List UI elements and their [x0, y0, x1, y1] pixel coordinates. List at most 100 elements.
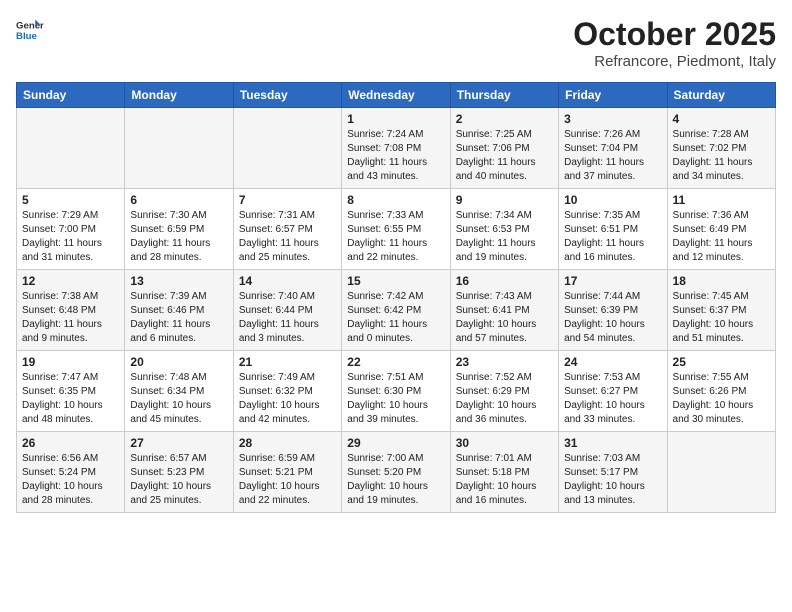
calendar-cell: 23Sunrise: 7:52 AM Sunset: 6:29 PM Dayli…	[450, 351, 558, 432]
day-number: 27	[130, 436, 227, 450]
calendar-cell: 6Sunrise: 7:30 AM Sunset: 6:59 PM Daylig…	[125, 189, 233, 270]
day-info: Sunrise: 7:42 AM Sunset: 6:42 PM Dayligh…	[347, 290, 444, 346]
day-number: 4	[673, 112, 770, 126]
calendar-cell: 21 Sunrise: 7:49 AM Sunset: 6:32 PM Dayli…	[233, 351, 341, 432]
location: Refrancore, Piedmont, Italy	[573, 53, 776, 70]
calendar-cell: 24 Sunrise: 7:53 AM Sunset: 6:27 PM Dayli…	[559, 351, 667, 432]
header-row: SundayMondayTuesdayWednesdayThursdayFrid…	[17, 83, 776, 108]
day-number: 11	[673, 193, 770, 207]
day-header-saturday: Saturday	[667, 83, 775, 108]
day-header-monday: Monday	[125, 83, 233, 108]
calendar-cell: 31 Sunrise: 7:03 AM Sunset: 5:17 PM Dayli…	[559, 432, 667, 513]
day-number: 16	[456, 274, 553, 288]
day-info: Sunrise: 7:51 AM Sunset: 6:30 PM Dayligh…	[347, 371, 444, 427]
calendar-cell: 22 Sunrise: 7:51 AM Sunset: 6:30 PM Dayli…	[342, 351, 450, 432]
day-info: Sunrise: 7:36 AM Sunset: 6:49 PM Dayligh…	[673, 209, 770, 265]
day-number: 7	[239, 193, 336, 207]
calendar-table: SundayMondayTuesdayWednesdayThursdayFrid…	[16, 82, 776, 513]
day-info: Sunrise: 7:01 AM Sunset: 5:18 PM Dayligh…	[456, 452, 553, 508]
calendar-cell: 30 Sunrise: 7:01 AM Sunset: 5:18 PM Dayli…	[450, 432, 558, 513]
calendar-cell: 29 Sunrise: 7:00 AM Sunset: 5:20 PM Dayli…	[342, 432, 450, 513]
calendar-cell: 7Sunrise: 7:31 AM Sunset: 6:57 PM Daylig…	[233, 189, 341, 270]
logo-icon: General Blue	[16, 16, 44, 44]
day-number: 14	[239, 274, 336, 288]
day-info: Sunrise: 7:44 AM Sunset: 6:39 PM Dayligh…	[564, 290, 661, 346]
week-row-3: 12 Sunrise: 7:38 AM Sunset: 6:48 PM Dayli…	[17, 270, 776, 351]
day-info: Sunrise: 7:45 AM Sunset: 6:37 PM Dayligh…	[673, 290, 770, 346]
day-header-thursday: Thursday	[450, 83, 558, 108]
calendar-cell	[17, 108, 125, 189]
day-number: 1	[347, 112, 444, 126]
calendar-cell: 1 Sunrise: 7:24 AM Sunset: 7:08 PM Daylig…	[342, 108, 450, 189]
calendar-cell: 28 Sunrise: 6:59 AM Sunset: 5:21 PM Dayli…	[233, 432, 341, 513]
day-header-sunday: Sunday	[17, 83, 125, 108]
day-info: Sunrise: 7:40 AM Sunset: 6:44 PM Dayligh…	[239, 290, 336, 346]
day-number: 2	[456, 112, 553, 126]
day-number: 5	[22, 193, 119, 207]
day-number: 29	[347, 436, 444, 450]
day-number: 31	[564, 436, 661, 450]
day-info: Sunrise: 7:38 AM Sunset: 6:48 PM Dayligh…	[22, 290, 119, 346]
day-info: Sunrise: 7:25 AM Sunset: 7:06 PM Dayligh…	[456, 128, 553, 184]
day-info: Sunrise: 7:49 AM Sunset: 6:32 PM Dayligh…	[239, 371, 336, 427]
day-info: Sunrise: 7:24 AM Sunset: 7:08 PM Dayligh…	[347, 128, 444, 184]
day-number: 19	[22, 355, 119, 369]
calendar-cell: 27Sunrise: 6:57 AM Sunset: 5:23 PM Dayli…	[125, 432, 233, 513]
day-number: 13	[130, 274, 227, 288]
calendar-cell: 3Sunrise: 7:26 AM Sunset: 7:04 PM Daylig…	[559, 108, 667, 189]
calendar-cell: 17 Sunrise: 7:44 AM Sunset: 6:39 PM Dayli…	[559, 270, 667, 351]
calendar-cell: 18 Sunrise: 7:45 AM Sunset: 6:37 PM Dayli…	[667, 270, 775, 351]
calendar-cell: 26Sunrise: 6:56 AM Sunset: 5:24 PM Dayli…	[17, 432, 125, 513]
day-header-friday: Friday	[559, 83, 667, 108]
day-info: Sunrise: 7:35 AM Sunset: 6:51 PM Dayligh…	[564, 209, 661, 265]
week-row-5: 26Sunrise: 6:56 AM Sunset: 5:24 PM Dayli…	[17, 432, 776, 513]
day-info: Sunrise: 7:03 AM Sunset: 5:17 PM Dayligh…	[564, 452, 661, 508]
calendar-cell: 20 Sunrise: 7:48 AM Sunset: 6:34 PM Dayli…	[125, 351, 233, 432]
day-number: 22	[347, 355, 444, 369]
title-block: October 2025 Refrancore, Piedmont, Italy	[573, 16, 776, 70]
day-number: 12	[22, 274, 119, 288]
day-info: Sunrise: 7:00 AM Sunset: 5:20 PM Dayligh…	[347, 452, 444, 508]
calendar-cell: 5 Sunrise: 7:29 AM Sunset: 7:00 PM Daylig…	[17, 189, 125, 270]
day-info: Sunrise: 6:59 AM Sunset: 5:21 PM Dayligh…	[239, 452, 336, 508]
day-info: Sunrise: 7:48 AM Sunset: 6:34 PM Dayligh…	[130, 371, 227, 427]
day-info: Sunrise: 7:26 AM Sunset: 7:04 PM Dayligh…	[564, 128, 661, 184]
calendar-cell: 13 Sunrise: 7:39 AM Sunset: 6:46 PM Dayli…	[125, 270, 233, 351]
svg-text:Blue: Blue	[16, 31, 37, 42]
day-info: Sunrise: 7:55 AM Sunset: 6:26 PM Dayligh…	[673, 371, 770, 427]
day-number: 9	[456, 193, 553, 207]
calendar-cell	[233, 108, 341, 189]
week-row-2: 5 Sunrise: 7:29 AM Sunset: 7:00 PM Daylig…	[17, 189, 776, 270]
svg-text:General: General	[16, 20, 44, 31]
day-number: 20	[130, 355, 227, 369]
day-number: 17	[564, 274, 661, 288]
day-number: 15	[347, 274, 444, 288]
calendar-cell	[667, 432, 775, 513]
week-row-1: 1 Sunrise: 7:24 AM Sunset: 7:08 PM Daylig…	[17, 108, 776, 189]
page-header: General Blue October 2025 Refrancore, Pi…	[16, 16, 776, 70]
day-number: 30	[456, 436, 553, 450]
day-number: 21	[239, 355, 336, 369]
calendar-cell: 16Sunrise: 7:43 AM Sunset: 6:41 PM Dayli…	[450, 270, 558, 351]
day-number: 18	[673, 274, 770, 288]
calendar-cell: 2 Sunrise: 7:25 AM Sunset: 7:06 PM Daylig…	[450, 108, 558, 189]
calendar-cell: 8 Sunrise: 7:33 AM Sunset: 6:55 PM Daylig…	[342, 189, 450, 270]
calendar-cell	[125, 108, 233, 189]
calendar-cell: 9 Sunrise: 7:34 AM Sunset: 6:53 PM Daylig…	[450, 189, 558, 270]
calendar-cell: 19 Sunrise: 7:47 AM Sunset: 6:35 PM Dayli…	[17, 351, 125, 432]
day-info: Sunrise: 7:47 AM Sunset: 6:35 PM Dayligh…	[22, 371, 119, 427]
calendar-cell: 12 Sunrise: 7:38 AM Sunset: 6:48 PM Dayli…	[17, 270, 125, 351]
day-number: 24	[564, 355, 661, 369]
calendar-cell: 11 Sunrise: 7:36 AM Sunset: 6:49 PM Dayli…	[667, 189, 775, 270]
day-number: 26	[22, 436, 119, 450]
day-info: Sunrise: 7:33 AM Sunset: 6:55 PM Dayligh…	[347, 209, 444, 265]
day-info: Sunrise: 7:34 AM Sunset: 6:53 PM Dayligh…	[456, 209, 553, 265]
logo: General Blue	[16, 16, 44, 44]
day-info: Sunrise: 7:39 AM Sunset: 6:46 PM Dayligh…	[130, 290, 227, 346]
day-number: 8	[347, 193, 444, 207]
day-info: Sunrise: 7:52 AM Sunset: 6:29 PM Dayligh…	[456, 371, 553, 427]
day-info: Sunrise: 7:53 AM Sunset: 6:27 PM Dayligh…	[564, 371, 661, 427]
day-info: Sunrise: 7:29 AM Sunset: 7:00 PM Dayligh…	[22, 209, 119, 265]
day-number: 28	[239, 436, 336, 450]
month-title: October 2025	[573, 16, 776, 53]
